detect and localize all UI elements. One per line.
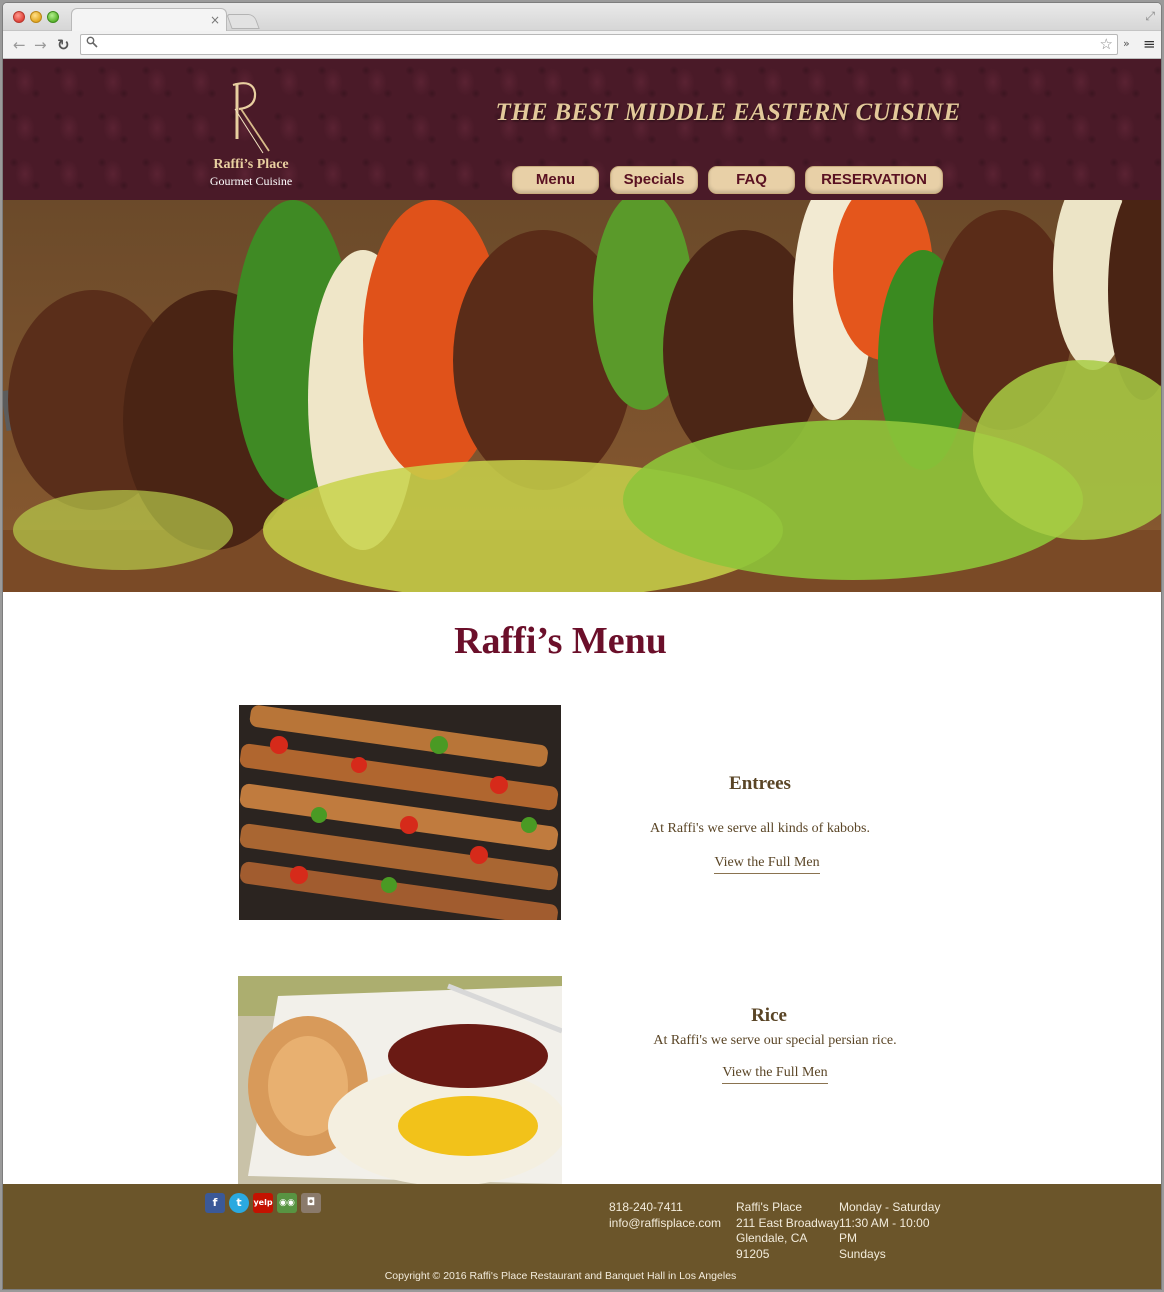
- logo[interactable]: Raffi’s Place Gourmet Cuisine: [203, 77, 299, 195]
- browser-toolbar: ← → ↻ ☆ » ≡: [3, 31, 1161, 59]
- site-header: Raffi’s Place Gourmet Cuisine THE BEST M…: [3, 59, 1161, 200]
- hours-line: Sundays: [839, 1246, 886, 1261]
- logo-subtitle: Gourmet Cuisine: [209, 174, 293, 188]
- extensions-chevron-icon[interactable]: »: [1123, 37, 1130, 50]
- footer-contact: 818-240-7411 info@raffisplace.com: [609, 1200, 721, 1231]
- footer-hours: Monday - Saturday 11:30 AM - 10:00 PM Su…: [839, 1200, 949, 1262]
- back-arrow-icon[interactable]: ←: [13, 36, 26, 54]
- nav-specials-button[interactable]: Specials: [610, 166, 698, 194]
- tripadvisor-icon[interactable]: ◉◉: [277, 1193, 297, 1213]
- section-title-rice: Rice: [751, 1005, 787, 1026]
- nav-faq-button[interactable]: FAQ: [708, 166, 795, 194]
- menu-title: Raffi’s Menu: [454, 620, 667, 662]
- address-line: Glendale, CA: [736, 1231, 808, 1245]
- view-full-menu-link-text[interactable]: View the Full Men: [714, 855, 820, 874]
- footer-email[interactable]: info@raffisplace.com: [609, 1216, 721, 1232]
- browser-tab[interactable]: ×: [71, 8, 227, 32]
- hours-line: 11:30 AM - 10:00: [839, 1215, 930, 1230]
- search-icon: [86, 36, 98, 51]
- view-full-menu-link-text[interactable]: View the Full Men: [722, 1065, 828, 1084]
- title-bar: × ⤢: [3, 3, 1161, 32]
- close-window-icon[interactable]: [13, 11, 25, 23]
- hamburger-menu-icon[interactable]: ≡: [1143, 35, 1156, 53]
- view-full-menu-link-entrees[interactable]: View the Full Men: [667, 855, 867, 874]
- view-full-menu-link-rice[interactable]: View the Full Men: [675, 1065, 875, 1084]
- footer-address: Raffi's Place 211 East Broadway Glendale…: [736, 1200, 839, 1262]
- address-line: 91205: [736, 1246, 770, 1261]
- nav-reservation-button[interactable]: RESERVATION: [805, 166, 943, 194]
- yelp-icon[interactable]: yelp: [253, 1193, 273, 1213]
- hours-line: Monday - Saturday: [839, 1200, 941, 1214]
- copyright: Copyright © 2016 Raffi's Place Restauran…: [384, 1270, 737, 1282]
- facebook-icon[interactable]: f: [205, 1193, 225, 1213]
- tab-close-icon[interactable]: ×: [210, 13, 220, 27]
- logo-name: Raffi’s Place: [213, 157, 289, 172]
- nav-menu-button[interactable]: Menu: [512, 166, 599, 194]
- forward-arrow-icon[interactable]: →: [34, 36, 47, 54]
- entrees-image: [239, 705, 561, 920]
- section-desc-entrees: At Raffi's we serve all kinds of kabobs.: [649, 821, 870, 836]
- reload-icon[interactable]: ↻: [57, 36, 70, 54]
- hero-kabob-image: [3, 200, 1161, 592]
- minimize-window-icon[interactable]: [30, 11, 42, 23]
- address-bar[interactable]: ☆: [80, 34, 1118, 55]
- logo-r-icon: [232, 82, 270, 154]
- section-desc-rice: At Raffi's we serve our special persian …: [653, 1033, 897, 1048]
- star-icon[interactable]: ☆: [1100, 35, 1113, 53]
- instagram-icon[interactable]: ◘: [301, 1193, 321, 1213]
- section-title-entrees: Entrees: [729, 773, 791, 794]
- rice-image: [238, 976, 562, 1184]
- site-footer: f t yelp ◉◉ ◘ 818-240-7411 info@raffispl…: [3, 1184, 1161, 1289]
- web-page: Raffi’s Place Gourmet Cuisine THE BEST M…: [3, 59, 1161, 1289]
- browser-window: × ⤢ ← → ↻ ☆ » ≡ Raffi’s Place Gourmet Cu…: [2, 2, 1162, 1290]
- tagline: THE BEST MIDDLE EASTERN CUISINE: [495, 99, 961, 126]
- fullscreen-icon[interactable]: ⤢: [1145, 9, 1155, 24]
- hours-line: PM: [839, 1231, 857, 1245]
- new-tab-button[interactable]: [226, 14, 260, 29]
- address-line: Raffi's Place: [736, 1200, 803, 1214]
- twitter-icon[interactable]: t: [229, 1193, 249, 1213]
- address-line: 211 East Broadway: [736, 1215, 840, 1230]
- footer-phone[interactable]: 818-240-7411: [609, 1200, 721, 1216]
- zoom-window-icon[interactable]: [47, 11, 59, 23]
